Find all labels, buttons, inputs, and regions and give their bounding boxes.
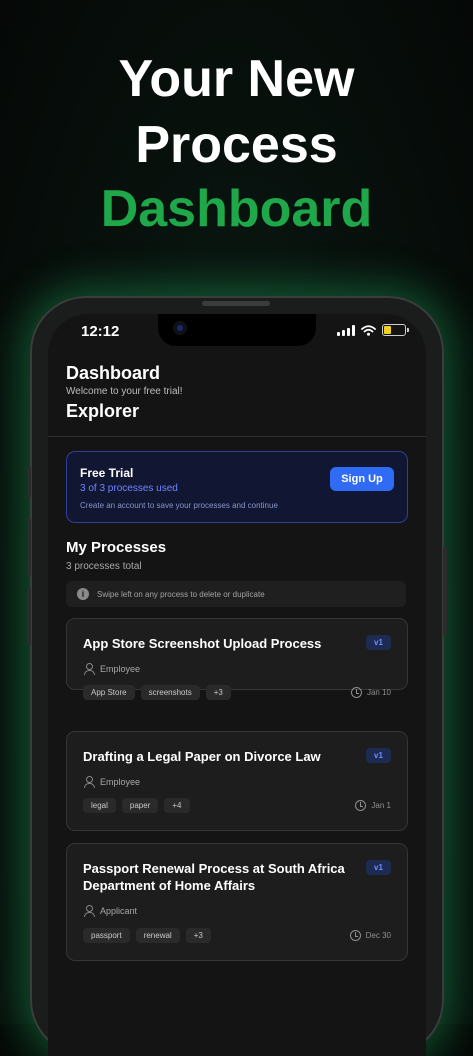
tag-list: legal paper +4 xyxy=(83,798,190,813)
sign-up-button[interactable]: Sign Up xyxy=(330,467,394,491)
page-title: Dashboard xyxy=(66,363,161,383)
process-role: Employee xyxy=(83,663,140,675)
clock-icon xyxy=(355,800,367,811)
process-role: Applicant xyxy=(83,905,137,917)
process-title: Drafting a Legal Paper on Divorce Law xyxy=(83,749,321,764)
hero-line-2: Process xyxy=(135,116,338,174)
tag: legal xyxy=(83,798,116,813)
tag-list: App Store screenshots +3 xyxy=(83,685,231,700)
tag: paper xyxy=(121,798,159,813)
role-label: Employee xyxy=(100,664,141,674)
version-badge: v1 xyxy=(366,860,391,875)
trial-usage: 3 of 3 processes used xyxy=(80,483,178,494)
signal-icon xyxy=(337,324,355,336)
tag: renewal xyxy=(135,928,180,943)
tag-list: passport renewal +3 xyxy=(83,928,211,943)
trial-title: Free Trial xyxy=(80,466,134,480)
date-label: Jan 1 xyxy=(371,801,391,810)
hint-text: Swipe left on any process to delete or d… xyxy=(97,589,265,599)
tag-more: +4 xyxy=(164,798,190,813)
person-icon xyxy=(83,905,95,917)
status-time: 12:12 xyxy=(81,323,120,340)
battery-icon xyxy=(382,324,409,336)
power-button xyxy=(443,546,447,636)
process-card[interactable]: Passport Renewal Process at South Africa… xyxy=(66,843,408,961)
volume-up-button xyxy=(27,518,31,576)
phone-screen: 12:12 Dashboard Welcome to your free tri… xyxy=(48,314,426,1056)
tag-more: +3 xyxy=(205,685,231,700)
free-trial-card: Free Trial 3 of 3 processes used Create … xyxy=(66,451,408,523)
trial-note: Create an account to save your processes… xyxy=(80,501,278,510)
phone-speaker xyxy=(202,301,270,306)
role-label: Applicant xyxy=(100,906,138,916)
hero-line-1: Your New xyxy=(118,50,355,108)
clock-icon xyxy=(349,930,361,941)
process-date: Jan 10 xyxy=(350,687,391,698)
date-label: Dec 30 xyxy=(365,931,391,940)
processes-title: My Processes xyxy=(66,539,167,556)
process-title: App Store Screenshot Upload Process xyxy=(83,636,322,651)
tag: passport xyxy=(83,928,130,943)
person-icon xyxy=(83,776,95,788)
camera-icon xyxy=(173,321,187,335)
process-card[interactable]: App Store Screenshot Upload Process v1 E… xyxy=(66,618,408,700)
phone-frame: 12:12 Dashboard Welcome to your free tri… xyxy=(27,296,447,1056)
date-label: Jan 10 xyxy=(366,688,391,697)
process-card[interactable]: Drafting a Legal Paper on Divorce Law v1… xyxy=(66,731,408,831)
version-badge: v1 xyxy=(366,748,391,763)
battery-level xyxy=(384,326,391,334)
mute-switch xyxy=(27,466,31,498)
version-badge: v1 xyxy=(366,635,391,650)
info-icon: i xyxy=(77,588,89,600)
clock-icon xyxy=(350,687,362,698)
user-name: Explorer xyxy=(66,401,140,421)
process-date: Jan 1 xyxy=(355,800,391,811)
processes-count: 3 processes total xyxy=(66,561,142,572)
header-divider xyxy=(48,436,426,437)
wifi-icon xyxy=(361,324,376,336)
process-title: Passport Renewal Process at South Africa… xyxy=(83,861,345,893)
tag-more: +3 xyxy=(185,928,211,943)
swipe-hint: i Swipe left on any process to delete or… xyxy=(66,581,406,607)
process-date: Dec 30 xyxy=(349,930,391,941)
role-label: Employee xyxy=(100,777,141,787)
volume-down-button xyxy=(27,588,31,646)
process-role: Employee xyxy=(83,776,140,788)
person-icon xyxy=(83,663,95,675)
welcome-subtitle: Welcome to your free trial! xyxy=(66,386,183,397)
tag: App Store xyxy=(83,685,135,700)
status-icons xyxy=(337,324,409,336)
tag: screenshots xyxy=(140,685,200,700)
hero-line-3: Dashboard xyxy=(100,180,373,238)
